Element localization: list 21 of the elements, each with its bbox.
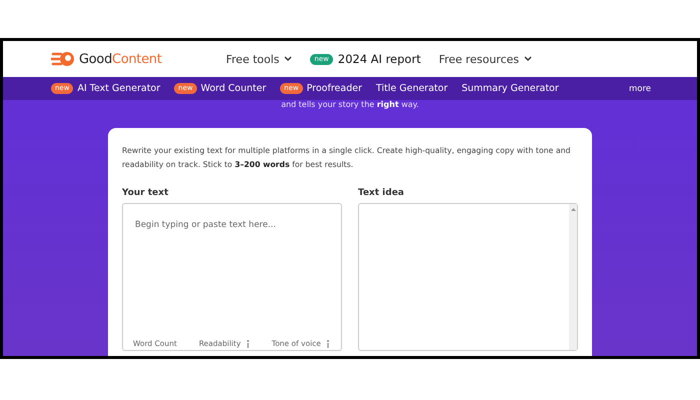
text-output-field[interactable] [358,203,578,351]
subnav-link[interactable]: Summary Generator [462,83,559,94]
logo-text[interactable]: GoodContent [79,52,162,66]
tagline: and tells your story the right way. [281,100,419,110]
subnav-link[interactable]: Title Generator [376,83,448,94]
info-icon[interactable] [246,340,250,348]
chevron-down-icon [284,56,292,62]
nav-link[interactable]: Free resources [438,52,519,66]
nav-link[interactable]: Free tools [226,52,280,66]
nav-link[interactable]: 2024 AI report [338,52,421,66]
scroll-up-icon[interactable] [570,207,576,211]
logo-icon [51,51,75,67]
more-link[interactable]: more [628,84,651,94]
subnav-link[interactable]: Proofreader [306,83,362,94]
subnav-link[interactable]: AI Text Generator [77,83,160,94]
scrollbar[interactable] [569,204,577,350]
chevron-down-icon [524,56,532,62]
subnav-link[interactable]: Word Counter [200,83,266,94]
field-label: Your text [122,188,170,198]
info-icon[interactable] [326,340,330,348]
field-label: Text idea [358,188,405,198]
